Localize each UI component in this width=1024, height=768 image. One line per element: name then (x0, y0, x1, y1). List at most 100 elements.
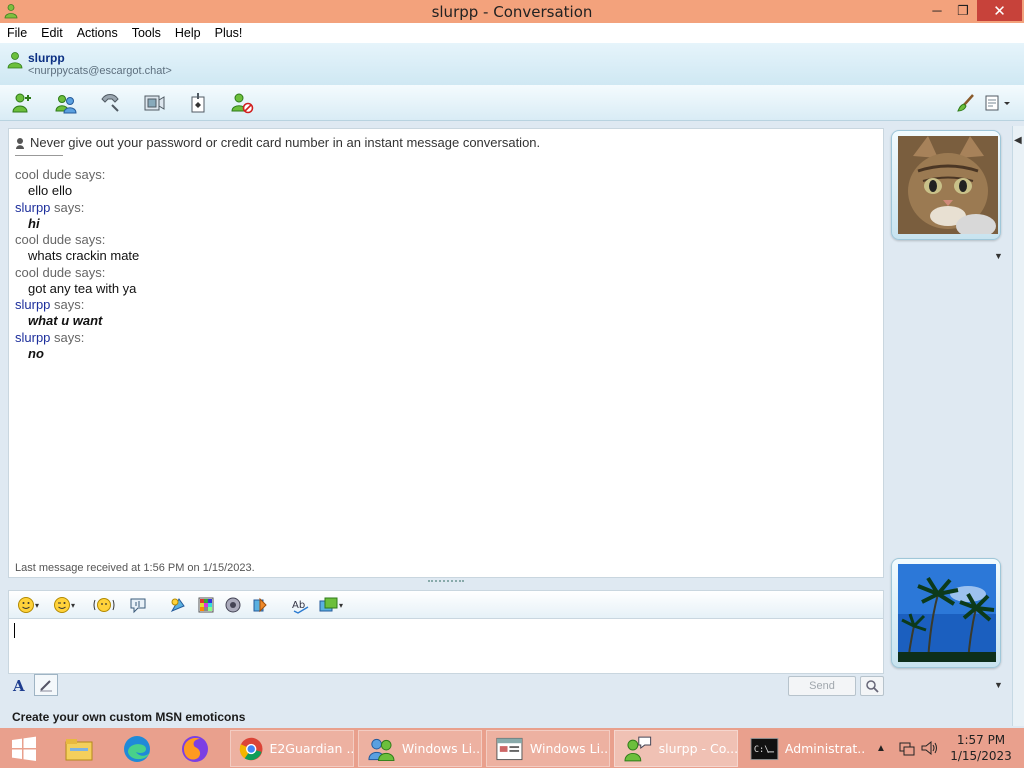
close-button[interactable]: ✕ (977, 0, 1022, 21)
contact-name[interactable]: slurpp (28, 51, 65, 65)
status-bar-link[interactable]: Create your own custom MSN emoticons (12, 710, 245, 724)
layout-menu-icon[interactable] (982, 89, 1014, 117)
message-text: ello ello (28, 183, 73, 198)
block-icon[interactable] (228, 89, 256, 117)
message-sender: slurpp (15, 199, 51, 215)
background-grid-icon (198, 597, 214, 613)
search-button[interactable] (860, 676, 884, 696)
wink-menu-button[interactable]: ▾ (53, 595, 75, 615)
edge-browser-button[interactable] (116, 730, 158, 767)
compose-toolbar: ▾ ▾ Ab ▾ (8, 590, 884, 618)
collapse-panel-button[interactable]: ◀ (1014, 135, 1022, 146)
menu-tools[interactable]: Tools (125, 23, 168, 43)
video-icon[interactable] (140, 89, 168, 117)
font-button[interactable]: A (13, 677, 31, 697)
menu-file[interactable]: File (0, 23, 34, 43)
message-sender: cool dude (15, 264, 72, 280)
live-window-icon (496, 737, 523, 760)
spell-check-button[interactable]: Ab (291, 595, 311, 615)
message-input[interactable] (8, 618, 884, 674)
games-icon[interactable] (184, 89, 212, 117)
message: cool dude says: got any tea with ya (15, 265, 139, 298)
minimize-button[interactable]: ─ (925, 0, 949, 21)
menu-plus[interactable]: Plus! (208, 23, 250, 43)
winks-gallery-button[interactable] (169, 595, 187, 615)
message-list: cool dude says: ello ello slurpp says: h… (15, 167, 139, 362)
tray-overflow-icon[interactable]: ▲ (876, 728, 886, 768)
voice-clip-icon (130, 598, 146, 614)
menu-edit[interactable]: Edit (34, 23, 70, 43)
search-icon (866, 680, 879, 693)
taskbar-item-e2guardian[interactable]: E2Guardian ... (230, 730, 354, 767)
menu-help[interactable]: Help (168, 23, 208, 43)
voice-clip-button[interactable] (129, 595, 147, 615)
share-files-icon[interactable] (52, 89, 80, 117)
smiley-icon (18, 597, 34, 613)
conversation-icon (624, 736, 652, 761)
nudge-button[interactable] (93, 595, 115, 615)
compose-bottom-bar: A Send (8, 674, 884, 700)
message-says: says: (71, 232, 106, 247)
invite-contact-icon[interactable] (8, 89, 36, 117)
speaker-icon (225, 597, 241, 613)
clock-time: 1:57 PM (956, 733, 1006, 747)
taskbar: E2Guardian ... Windows Li... Windows Li.… (0, 728, 1024, 768)
contact-header: slurpp <nurppycats@escargot.chat> (0, 43, 1024, 85)
send-button[interactable]: Send (788, 676, 856, 696)
volume-icon[interactable] (920, 728, 938, 768)
send-file-menu-button[interactable]: ▾ (319, 595, 343, 615)
nudge-icon (93, 598, 115, 612)
security-warning-icon (16, 137, 24, 149)
message-sender: slurpp (15, 329, 51, 345)
task-label: Administrat... (784, 741, 866, 756)
svg-text:C:\: C:\ (754, 744, 770, 754)
handwriting-button[interactable] (34, 674, 58, 696)
firefox-button[interactable] (174, 730, 216, 767)
file-explorer-button[interactable] (58, 730, 100, 767)
wink-gallery-icon (170, 598, 185, 613)
task-label: E2Guardian ... (269, 741, 353, 756)
background-picker-button[interactable] (197, 595, 215, 615)
message: cool dude says: ello ello (15, 167, 139, 200)
start-button[interactable] (8, 730, 40, 767)
self-picture-menu-arrow[interactable]: ▼ (994, 680, 1003, 690)
folder-icon (65, 738, 93, 760)
message-text: got any tea with ya (28, 280, 137, 296)
windows-logo-icon (12, 736, 36, 761)
last-message-status: Last message received at 1:56 PM on 1/15… (15, 562, 255, 574)
games-activity-button[interactable] (251, 595, 269, 615)
message-says: says: (50, 329, 85, 345)
menu-actions[interactable]: Actions (70, 23, 125, 43)
command-prompt-icon: C:\ (750, 737, 779, 760)
contact-display-picture[interactable] (891, 130, 1001, 240)
pane-splitter[interactable] (428, 580, 464, 586)
message: slurpp says: hi (15, 200, 139, 233)
taskbar-item-windows-live-1[interactable]: Windows Li... (358, 730, 482, 767)
network-icon[interactable] (898, 728, 916, 768)
spell-check-icon: Ab (292, 600, 309, 614)
self-display-picture[interactable] (891, 558, 1001, 668)
conversation-toolbar (0, 85, 1024, 121)
menu-bar: File Edit Actions Tools Help Plus! (0, 23, 1024, 43)
sound-button[interactable] (224, 595, 242, 615)
taskbar-item-windows-live-2[interactable]: Windows Li... (486, 730, 610, 767)
clock[interactable]: 1:57 PM 1/15/2023 (946, 732, 1016, 764)
title-bar: slurpp - Conversation ─ ❐ ✕ (0, 0, 1024, 23)
kitten-photo (898, 136, 998, 234)
wink-icon (54, 597, 70, 613)
emoticon-menu-button[interactable]: ▾ (17, 595, 39, 615)
message-text: hi (28, 215, 40, 231)
taskbar-item-administrator-cmd[interactable]: C:\ Administrat... (742, 730, 866, 767)
message-sender: slurpp (15, 297, 51, 312)
taskbar-item-slurpp-conversation[interactable]: slurpp - Co... (614, 730, 738, 767)
side-panel-strip (1012, 126, 1024, 726)
maximize-button[interactable]: ❐ (951, 0, 975, 21)
activity-icon (253, 597, 267, 613)
palm-trees-photo (898, 564, 996, 662)
conversation-history[interactable]: Never give out your password or credit c… (8, 128, 884, 578)
background-brush-icon[interactable] (952, 89, 980, 117)
firefox-icon (182, 735, 208, 762)
voice-call-icon[interactable] (96, 89, 124, 117)
contact-picture-menu-arrow[interactable]: ▼ (994, 251, 1003, 261)
clock-date: 1/15/2023 (950, 749, 1012, 763)
